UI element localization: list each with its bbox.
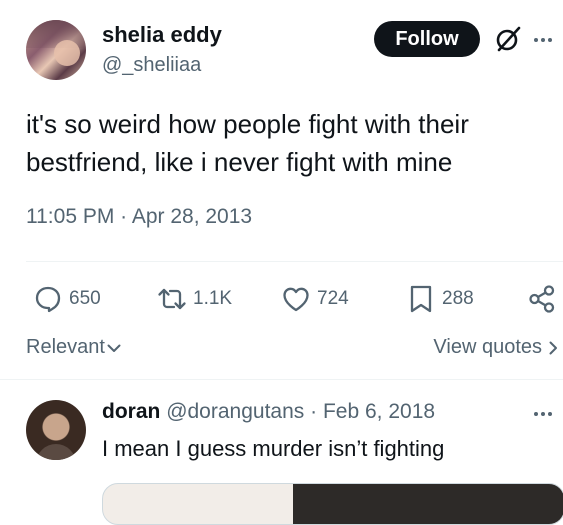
author-display-name[interactable]: shelia eddy (102, 22, 222, 48)
reply-header: doran @dorangutans · Feb 6, 2018 (102, 400, 435, 424)
divider (0, 379, 563, 380)
sort-dropdown[interactable]: Relevant (26, 336, 122, 359)
tweet-timestamp[interactable]: 11:05 PM · Apr 28, 2013 (26, 205, 252, 229)
bookmark-icon (410, 285, 432, 313)
follow-button[interactable]: Follow (374, 21, 480, 57)
author-avatar[interactable] (26, 20, 86, 80)
divider (26, 261, 563, 262)
reply-avatar[interactable] (26, 400, 86, 460)
repost-button[interactable]: 1.1K (157, 284, 232, 314)
reply-date[interactable]: Feb 6, 2018 (323, 400, 435, 423)
more-icon[interactable] (531, 402, 555, 426)
reply-media[interactable] (102, 483, 563, 525)
share-icon[interactable] (527, 284, 557, 314)
reply-icon (35, 286, 61, 313)
chevron-right-icon (549, 341, 557, 354)
reply-separator: · (310, 400, 318, 423)
like-button[interactable]: 724 (281, 284, 349, 314)
bookmark-button[interactable]: 288 (406, 284, 474, 314)
more-icon[interactable] (531, 28, 555, 52)
author-handle[interactable]: @_sheliiaa (102, 54, 201, 77)
chevron-down-icon (107, 344, 121, 352)
grok-icon[interactable] (494, 25, 522, 53)
reply-display-name[interactable]: doran (102, 400, 160, 423)
reply-handle[interactable]: @dorangutans (166, 400, 304, 423)
reply-text: I mean I guess murder isn’t fighting (102, 436, 445, 461)
reply-button[interactable]: 650 (33, 284, 101, 314)
sort-label: Relevant (26, 336, 105, 358)
tweet-text-line: bestfriend, like i never fight with mine (26, 147, 453, 177)
like-icon (283, 287, 309, 312)
tweet-text: it's so weird how people fight with thei… (26, 105, 546, 181)
like-count: 724 (317, 288, 349, 309)
view-quotes-link[interactable]: View quotes (433, 336, 561, 359)
reply-count: 650 (69, 288, 101, 309)
repost-count: 1.1K (193, 288, 233, 309)
repost-icon (158, 288, 186, 310)
view-quotes-label: View quotes (433, 336, 542, 358)
tweet-text-line: it's so weird how people fight with thei… (26, 109, 469, 139)
bookmark-count: 288 (442, 288, 474, 309)
